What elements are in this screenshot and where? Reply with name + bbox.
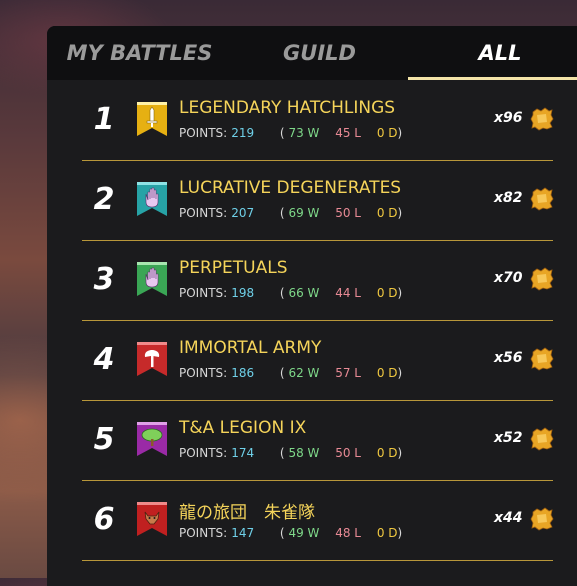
guild-name[interactable]: PERPETUALS [179, 258, 288, 278]
points-label: POINTS: [179, 126, 228, 140]
guild-stats: POINTS: 147 ( 49 W 48 L 0 D) [179, 526, 403, 540]
guild-battles-panel: MY BATTLES GUILD ALL 1 LEGENDARY HATCHLI… [47, 26, 577, 586]
points-label: POINTS: [179, 526, 228, 540]
reward-multiplier: x56 [494, 350, 523, 366]
merit-token-icon [530, 347, 554, 371]
losses-value: 57 L [335, 366, 361, 380]
wins-value: 58 W [288, 446, 320, 460]
leaderboard-row[interactable]: 5 T&A LEGION IX POINTS: 174 ( 58 W 50 L 0… [82, 400, 554, 481]
axe-icon [137, 342, 167, 376]
guild-name[interactable]: LUCRATIVE DEGENERATES [179, 178, 401, 198]
reward-multiplier: x44 [494, 510, 523, 526]
reward-multiplier: x52 [494, 430, 523, 446]
merit-token-icon [530, 507, 554, 531]
points-value: 147 [231, 526, 255, 540]
wins-value: 66 W [288, 286, 320, 300]
rank-number: 2 [93, 182, 115, 217]
tab-all-label: ALL [478, 41, 522, 65]
points-value: 198 [231, 286, 255, 300]
draws-value: 0 D [376, 206, 398, 220]
draws-value: 0 D [376, 526, 398, 540]
guild-name[interactable]: IMMORTAL ARMY [179, 338, 321, 358]
leaderboard-row[interactable]: 6 龍の旅団 朱雀隊 POINTS: 147 ( 49 W 48 L 0 D) x… [82, 480, 554, 561]
leaderboard-row[interactable]: 3 PERPETUALS POINTS: 198 ( 66 W 44 L 0 D)… [82, 240, 554, 321]
losses-value: 44 L [335, 286, 361, 300]
points-label: POINTS: [179, 206, 228, 220]
losses-value: 50 L [335, 206, 361, 220]
draws-value: 0 D [376, 366, 398, 380]
draws-value: 0 D [376, 126, 398, 140]
points-value: 207 [231, 206, 255, 220]
reward-multiplier: x96 [494, 110, 523, 126]
merit-token-icon [530, 267, 554, 291]
wins-value: 49 W [288, 526, 320, 540]
guild-stats: POINTS: 186 ( 62 W 57 L 0 D) [179, 366, 403, 380]
points-value: 219 [231, 126, 255, 140]
guild-stats: POINTS: 207 ( 69 W 50 L 0 D) [179, 206, 403, 220]
losses-value: 48 L [335, 526, 361, 540]
wolf-icon [137, 502, 167, 536]
wins-value: 62 W [288, 366, 320, 380]
tab-my-battles[interactable]: MY BATTLES [47, 26, 232, 80]
tree-icon [137, 422, 167, 456]
leaderboard-row[interactable]: 4 IMMORTAL ARMY POINTS: 186 ( 62 W 57 L 0… [82, 320, 554, 401]
points-label: POINTS: [179, 286, 228, 300]
draws-value: 0 D [376, 446, 398, 460]
losses-value: 45 L [335, 126, 361, 140]
points-label: POINTS: [179, 366, 228, 380]
merit-token-icon [530, 187, 554, 211]
wins-value: 69 W [288, 206, 320, 220]
tab-all[interactable]: ALL [408, 26, 577, 80]
guild-stats: POINTS: 174 ( 58 W 50 L 0 D) [179, 446, 403, 460]
points-value: 186 [231, 366, 255, 380]
guild-name[interactable]: 龍の旅団 朱雀隊 [179, 498, 315, 523]
rank-number: 3 [93, 262, 115, 297]
draws-value: 0 D [376, 286, 398, 300]
tab-bar: MY BATTLES GUILD ALL [47, 26, 577, 80]
losses-value: 50 L [335, 446, 361, 460]
guild-name[interactable]: LEGENDARY HATCHLINGS [179, 98, 395, 118]
tab-guild[interactable]: GUILD [232, 26, 407, 80]
leaderboard-row[interactable]: 2 LUCRATIVE DEGENERATES POINTS: 207 ( 69 … [82, 160, 554, 241]
guild-stats: POINTS: 198 ( 66 W 44 L 0 D) [179, 286, 403, 300]
merit-token-icon [530, 107, 554, 131]
guild-name[interactable]: T&A LEGION IX [179, 418, 306, 438]
points-value: 174 [231, 446, 255, 460]
guild-stats: POINTS: 219 ( 73 W 45 L 0 D) [179, 126, 403, 140]
hand-icon [137, 262, 167, 296]
rank-number: 6 [93, 502, 115, 537]
leaderboard-row[interactable]: 1 LEGENDARY HATCHLINGS POINTS: 219 ( 73 W… [82, 80, 554, 161]
wins-value: 73 W [288, 126, 320, 140]
merit-token-icon [530, 427, 554, 451]
sword-icon [137, 102, 167, 136]
rank-number: 5 [93, 422, 115, 457]
hand-icon [137, 182, 167, 216]
rank-number: 1 [93, 102, 115, 137]
points-label: POINTS: [179, 446, 228, 460]
rank-number: 4 [93, 342, 115, 377]
reward-multiplier: x82 [494, 190, 523, 206]
reward-multiplier: x70 [494, 270, 523, 286]
